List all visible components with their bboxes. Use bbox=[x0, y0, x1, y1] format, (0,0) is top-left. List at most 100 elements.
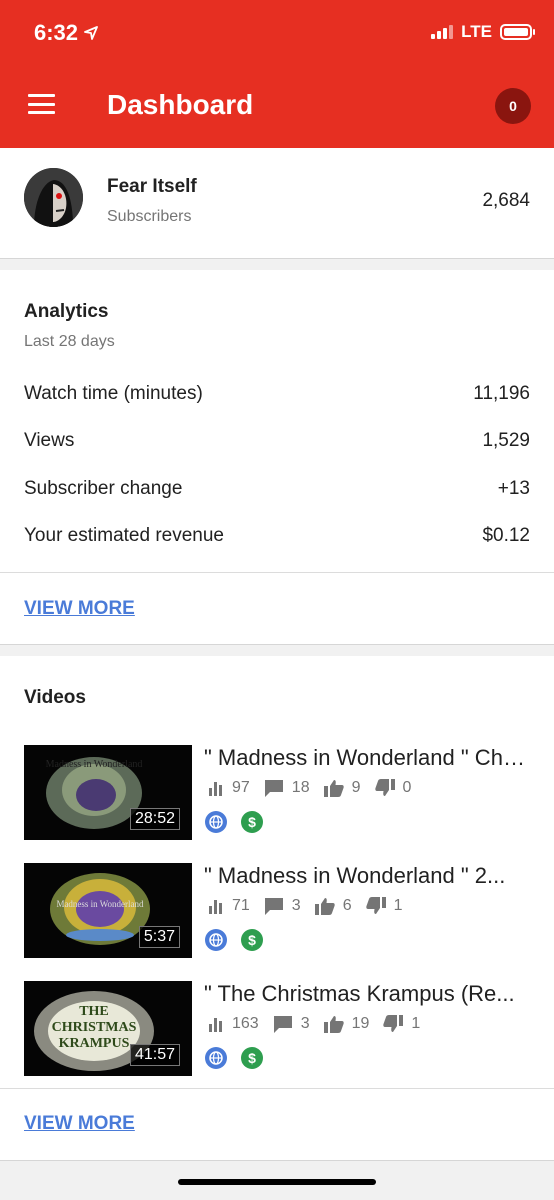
dollar-icon: $ bbox=[241, 929, 263, 951]
video-duration: 28:52 bbox=[129, 808, 180, 830]
thumbs-down-icon bbox=[374, 779, 395, 796]
video-title: " Madness in Wonderland " Chapter bbox=[204, 745, 534, 770]
videos-title: Videos bbox=[24, 687, 86, 708]
thumbs-down-icon bbox=[365, 897, 386, 914]
views-stat: 71 bbox=[208, 897, 250, 915]
views-count: 97 bbox=[232, 779, 250, 796]
metric-value: 1,529 bbox=[482, 430, 530, 451]
signal-icon bbox=[431, 25, 454, 39]
video-badges: $ bbox=[205, 811, 263, 833]
dislikes-count: 0 bbox=[402, 779, 412, 796]
metric-value: $0.12 bbox=[482, 525, 530, 546]
views-count: 163 bbox=[232, 1015, 259, 1032]
comments-stat: 18 bbox=[264, 779, 310, 797]
globe-icon bbox=[205, 1047, 227, 1069]
divider bbox=[0, 572, 554, 573]
videos-view-more-link[interactable]: VIEW MORE bbox=[24, 1113, 135, 1135]
dollar-icon: $ bbox=[241, 811, 263, 833]
likes-count: 6 bbox=[342, 897, 352, 914]
videos-card: Videos Madness in Wonderland 28:52 " Mad… bbox=[0, 656, 554, 1161]
likes-stat: 19 bbox=[323, 1015, 370, 1033]
thumbnail-text: Madness in Wonderland bbox=[46, 759, 143, 770]
channel-avatar bbox=[24, 168, 83, 227]
video-thumbnail: THE CHRISTMAS KRAMPUS 41:57 bbox=[24, 981, 192, 1076]
analytics-card: Analytics Last 28 days Watch time (minut… bbox=[0, 270, 554, 645]
video-thumbnail: Madness in Wonderland 28:52 bbox=[24, 745, 192, 840]
likes-stat: 9 bbox=[323, 779, 361, 797]
metric-watch-time: Watch time (minutes) 11,196 bbox=[24, 383, 530, 405]
likes-stat: 6 bbox=[314, 897, 352, 915]
status-indicators: LTE bbox=[431, 22, 535, 42]
network-label: LTE bbox=[461, 22, 492, 41]
dislikes-stat: 1 bbox=[383, 1015, 420, 1033]
video-item[interactable]: Madness in Wonderland 5:37 " Madness in … bbox=[24, 863, 534, 958]
subscribers-label: Subscribers bbox=[107, 208, 192, 225]
status-time-text: 6:32 bbox=[34, 20, 79, 45]
comments-count: 3 bbox=[300, 1015, 310, 1032]
video-title: " Madness in Wonderland " 2... bbox=[204, 863, 506, 888]
battery-icon bbox=[500, 24, 535, 40]
divider bbox=[0, 1088, 554, 1089]
video-item[interactable]: Madness in Wonderland 28:52 " Madness in… bbox=[24, 745, 534, 840]
metric-subscriber-change: Subscriber change +13 bbox=[24, 478, 530, 500]
status-time: 6:32 bbox=[34, 20, 98, 46]
svg-text:KRAMPUS: KRAMPUS bbox=[59, 1036, 130, 1051]
views-stat: 97 bbox=[208, 779, 250, 797]
video-stats: 97 18 9 0 bbox=[208, 779, 425, 797]
channel-card[interactable]: Fear Itself Subscribers 2,684 bbox=[0, 148, 554, 259]
comments-stat: 3 bbox=[273, 1015, 310, 1033]
thumbs-down-icon bbox=[383, 1015, 404, 1032]
comment-icon bbox=[273, 1016, 292, 1033]
page-title: Dashboard bbox=[107, 89, 254, 120]
bar-chart-icon bbox=[209, 900, 222, 914]
svg-text:THE: THE bbox=[79, 1004, 109, 1019]
hamburger-menu-icon[interactable] bbox=[28, 94, 55, 114]
video-stats: 71 3 6 1 bbox=[208, 897, 417, 915]
likes-count: 9 bbox=[351, 779, 361, 796]
video-duration: 5:37 bbox=[138, 926, 180, 948]
location-arrow-icon bbox=[84, 26, 98, 40]
video-thumbnail: Madness in Wonderland 5:37 bbox=[24, 863, 192, 958]
dislikes-stat: 0 bbox=[374, 779, 412, 797]
notification-badge[interactable]: 0 bbox=[495, 88, 531, 124]
dislikes-count: 1 bbox=[411, 1015, 421, 1032]
comment-icon bbox=[264, 898, 283, 915]
video-badges: $ bbox=[205, 1047, 263, 1069]
subscriber-count: 2,684 bbox=[482, 190, 530, 211]
comments-count: 18 bbox=[291, 779, 310, 796]
views-count: 71 bbox=[232, 897, 250, 914]
metric-value: +13 bbox=[497, 478, 530, 499]
dollar-icon: $ bbox=[241, 1047, 263, 1069]
home-indicator[interactable] bbox=[178, 1179, 376, 1185]
app-header: 6:32 LTE Dashboard 0 bbox=[0, 0, 554, 148]
dislikes-stat: 1 bbox=[365, 897, 403, 915]
comments-count: 3 bbox=[291, 897, 301, 914]
thumbnail-text: Madness in Wonderland bbox=[56, 899, 144, 909]
channel-name: Fear Itself bbox=[107, 176, 197, 197]
globe-icon bbox=[205, 929, 227, 951]
comments-stat: 3 bbox=[264, 897, 301, 915]
likes-count: 19 bbox=[351, 1015, 370, 1032]
metric-label: Watch time (minutes) bbox=[24, 383, 203, 404]
comment-icon bbox=[264, 780, 283, 797]
metric-label: Subscriber change bbox=[24, 478, 183, 499]
video-badges: $ bbox=[205, 929, 263, 951]
thumbs-up-icon bbox=[314, 898, 335, 915]
metric-value: 11,196 bbox=[473, 383, 530, 404]
video-item[interactable]: THE CHRISTMAS KRAMPUS 41:57 " The Christ… bbox=[24, 981, 534, 1076]
video-duration: 41:57 bbox=[129, 1044, 180, 1066]
metric-revenue: Your estimated revenue $0.12 bbox=[24, 525, 530, 547]
globe-icon bbox=[205, 811, 227, 833]
thumbs-up-icon bbox=[323, 780, 344, 797]
video-title: " The Christmas Krampus (Re... bbox=[204, 981, 515, 1006]
svg-text:CHRISTMAS: CHRISTMAS bbox=[52, 1020, 137, 1035]
analytics-period: Last 28 days bbox=[24, 333, 115, 350]
views-stat: 163 bbox=[208, 1015, 259, 1033]
metric-label: Your estimated revenue bbox=[24, 525, 224, 546]
metric-views: Views 1,529 bbox=[24, 430, 530, 452]
dislikes-count: 1 bbox=[393, 897, 403, 914]
bar-chart-icon bbox=[209, 1018, 222, 1032]
bar-chart-icon bbox=[209, 782, 222, 796]
metric-label: Views bbox=[24, 430, 75, 451]
analytics-view-more-link[interactable]: VIEW MORE bbox=[24, 598, 135, 620]
